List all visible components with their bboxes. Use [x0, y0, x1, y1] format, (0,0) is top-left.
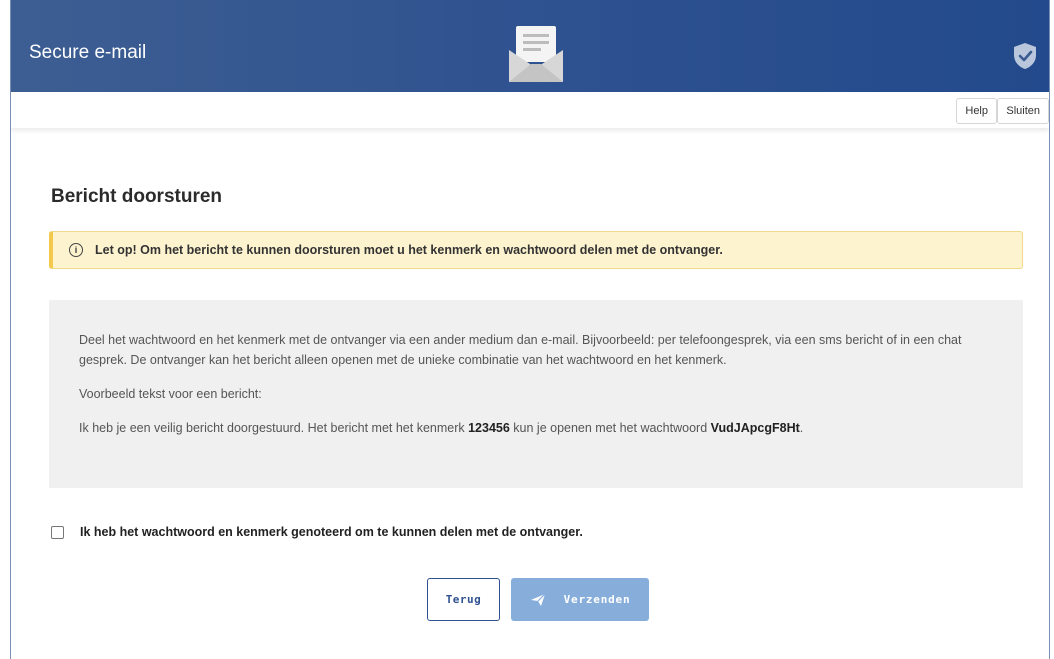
confirm-label: Ik heb het wachtwoord en kenmerk genotee… [80, 525, 583, 539]
paper-plane-icon [530, 593, 546, 606]
send-label: Verzenden [563, 593, 631, 606]
info-panel: Deel het wachtwoord en het kenmerk met d… [49, 300, 1023, 488]
send-button[interactable]: Verzenden [511, 578, 649, 621]
close-button[interactable]: Sluiten [997, 98, 1049, 124]
example-text-1: Ik heb je een veilig bericht doorgestuur… [79, 421, 469, 435]
confirm-row[interactable]: Ik heb het wachtwoord en kenmerk genotee… [51, 525, 583, 539]
app-window: Secure e-mail Help Sluiten Bericht doors… [10, 0, 1050, 659]
info-icon: i [69, 243, 83, 257]
app-title: Secure e-mail [29, 42, 147, 63]
example-message: Ik heb je een veilig bericht doorgestuur… [79, 418, 993, 438]
alert-text: Let op! Om het bericht te kunnen doorstu… [95, 243, 723, 257]
confirm-checkbox[interactable] [51, 525, 64, 539]
back-button[interactable]: Terug [427, 578, 500, 621]
example-label: Voorbeeld tekst voor een bericht: [79, 387, 262, 401]
page-title: Bericht doorsturen [51, 186, 223, 207]
warning-alert: i Let op! Om het bericht te kunnen doors… [49, 231, 1023, 269]
example-text-2: kun je openen met het wachtwoord [509, 421, 711, 435]
example-text-end: . [799, 421, 804, 435]
password-value: VudJApcgF8Ht [710, 421, 800, 435]
shield-check-icon [1014, 43, 1036, 69]
reference-code: 123456 [468, 421, 510, 435]
envelope-icon [509, 26, 563, 82]
toolbar: Help Sluiten [11, 92, 1049, 128]
help-button[interactable]: Help [956, 98, 997, 124]
info-paragraph: Deel het wachtwoord en het kenmerk met d… [79, 333, 962, 367]
app-header: Secure e-mail [11, 0, 1049, 92]
